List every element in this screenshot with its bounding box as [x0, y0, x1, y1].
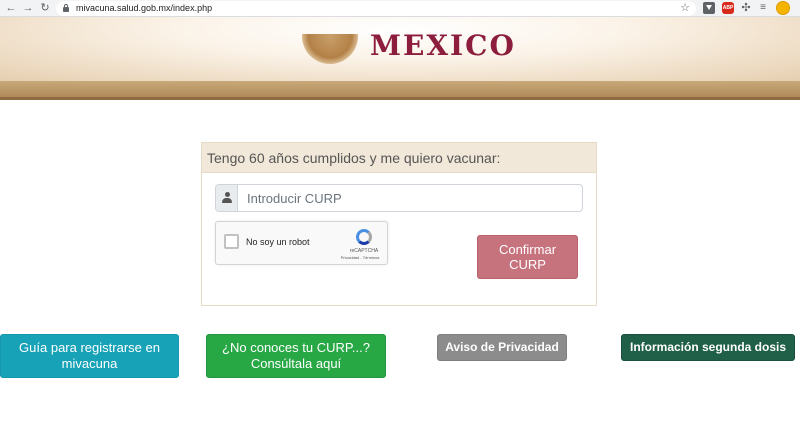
header-strip-edge: [0, 97, 800, 100]
adblock-icon[interactable]: ABP: [722, 2, 734, 14]
curp-input-group: [215, 184, 583, 212]
recaptcha-label: No soy un robot: [246, 237, 310, 247]
mexico-seal-icon: [302, 34, 358, 64]
card-header: Tengo 60 años cumplidos y me quiero vacu…: [202, 143, 596, 173]
registration-guide-button[interactable]: Guía para registrarse en mivacuna: [0, 334, 179, 378]
recaptcha-widget: No soy un robot reCAPTCHA Privacidad - T…: [215, 221, 388, 265]
registration-card: Tengo 60 años cumplidos y me quiero vacu…: [201, 142, 597, 306]
second-dose-info-button[interactable]: Información segunda dosis: [621, 334, 795, 361]
header-strip: [0, 81, 800, 97]
download-icon[interactable]: [703, 2, 715, 14]
address-bar[interactable]: mivacuna.salud.gob.mx/index.php ☆: [56, 1, 696, 16]
media-icon[interactable]: ≡: [757, 2, 769, 14]
user-icon: [222, 192, 232, 204]
lock-icon: [63, 4, 69, 12]
lookup-curp-button[interactable]: ¿No conoces tu CURP...? Consúltala aquí: [206, 334, 386, 378]
brand-title: MEXICO: [370, 29, 516, 62]
card-title: Tengo 60 años cumplidos y me quiero vacu…: [207, 150, 501, 166]
profile-avatar[interactable]: [776, 1, 790, 15]
curp-input[interactable]: [239, 185, 581, 211]
recaptcha-checkbox[interactable]: [224, 234, 239, 249]
arrow-left-icon[interactable]: ←: [4, 1, 18, 15]
privacy-notice-button[interactable]: Aviso de Privacidad: [437, 334, 567, 361]
browser-toolbar: ← → ↻ mivacuna.salud.gob.mx/index.php ☆ …: [0, 0, 800, 17]
reload-icon[interactable]: ↻: [38, 1, 52, 15]
puzzle-icon[interactable]: ✣: [740, 2, 752, 14]
star-icon[interactable]: ☆: [680, 1, 690, 16]
arrow-right-icon[interactable]: →: [21, 1, 35, 15]
recaptcha-links[interactable]: Privacidad - Términos: [334, 255, 386, 261]
url-text: mivacuna.salud.gob.mx/index.php: [76, 3, 213, 13]
header-banner: MEXICO: [0, 17, 800, 81]
recaptcha-logo-icon: [355, 228, 373, 246]
input-addon: [216, 185, 238, 211]
recaptcha-brand: reCAPTCHA: [349, 248, 379, 254]
confirm-curp-button[interactable]: Confirmar CURP: [477, 235, 578, 279]
